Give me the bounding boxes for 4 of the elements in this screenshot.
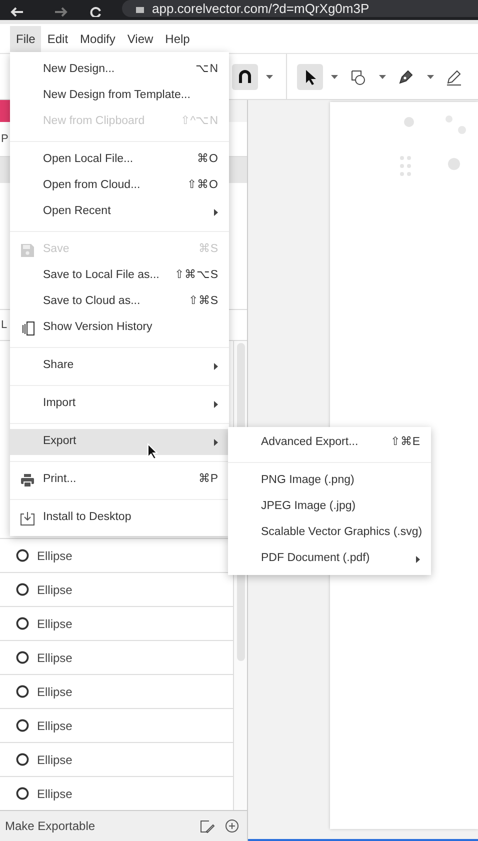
url-text: app.corelvector.com/?d=mQrXg0m3P [152,2,370,15]
footer-label: Make Exportable [5,818,96,835]
panel-title: L [1,318,8,333]
panel-title: P [1,132,8,147]
